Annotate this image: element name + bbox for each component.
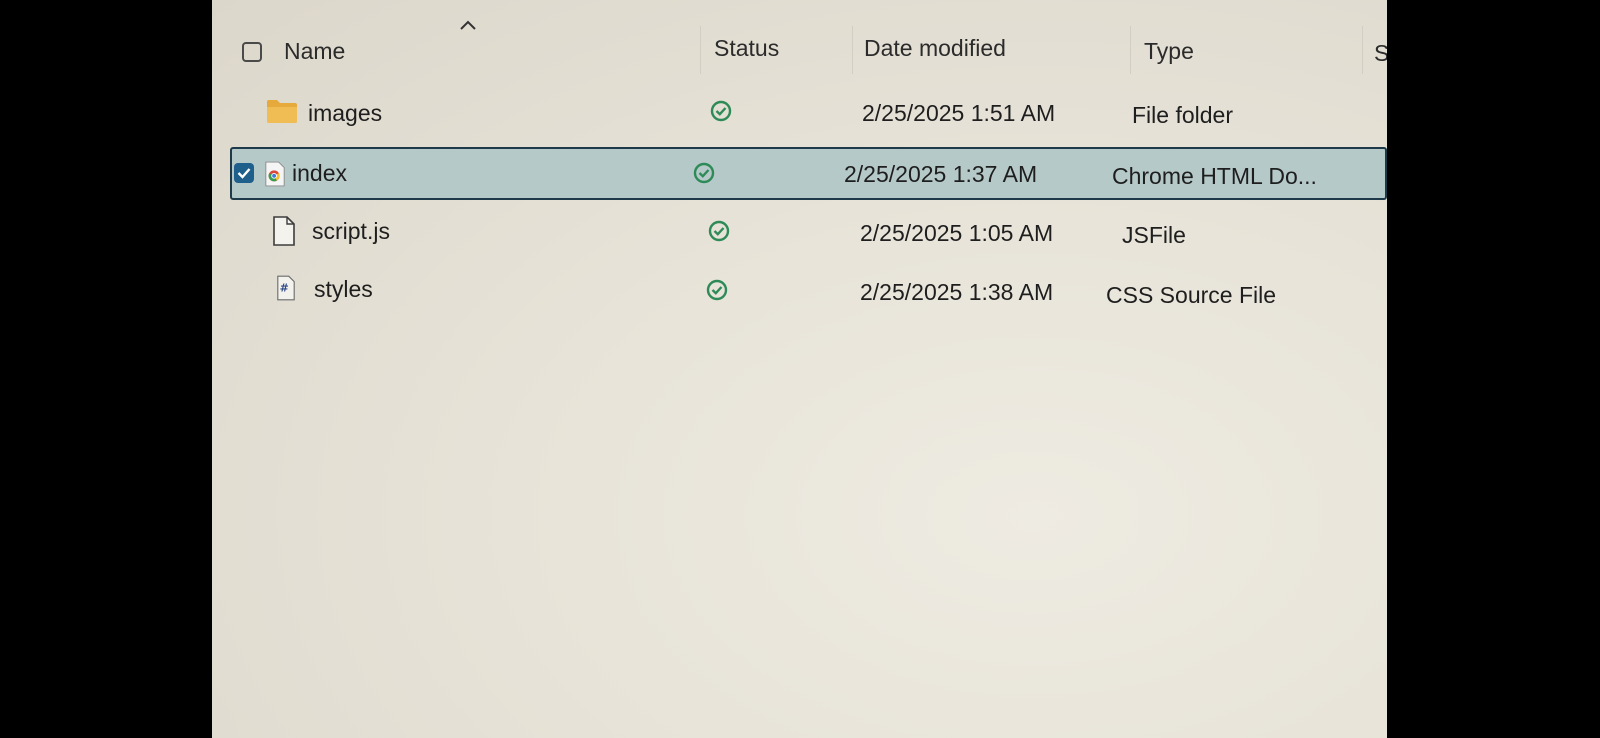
synced-icon <box>706 279 728 301</box>
column-divider[interactable] <box>852 26 853 74</box>
column-header-date-modified[interactable]: Date modified <box>864 35 1006 62</box>
column-divider[interactable] <box>1130 26 1131 74</box>
column-header-name[interactable]: Name <box>284 38 345 65</box>
date-modified: 2/25/2025 1:05 AM <box>860 220 1054 246</box>
synced-icon <box>708 220 730 242</box>
column-header-status[interactable]: Status <box>714 35 779 62</box>
blank-file-icon <box>273 216 295 246</box>
column-divider[interactable] <box>700 26 701 74</box>
chrome-html-icon <box>265 161 285 187</box>
file-row[interactable]: images 2/25/2025 1:51 AM File folder <box>230 88 1387 138</box>
css-file-icon: # <box>277 275 295 301</box>
folder-icon <box>267 100 297 123</box>
file-name: index <box>292 160 347 186</box>
synced-icon <box>693 162 715 184</box>
column-header-type[interactable]: Type <box>1144 38 1194 65</box>
column-header-size[interactable]: Si <box>1374 40 1387 67</box>
file-name: styles <box>314 276 373 302</box>
file-explorer-screen: Name Status Date modified Type Si images… <box>212 0 1387 738</box>
checkmark-icon <box>237 168 251 179</box>
svg-text:#: # <box>280 282 289 295</box>
file-type: File folder <box>1132 102 1233 128</box>
select-all-checkbox[interactable] <box>242 42 262 62</box>
sort-ascending-icon[interactable] <box>458 18 478 32</box>
row-checkbox[interactable] <box>234 163 254 183</box>
file-row-selected[interactable]: index 2/25/2025 1:37 AM Chrome HTML Do..… <box>230 147 1387 200</box>
date-modified: 2/25/2025 1:51 AM <box>862 100 1056 126</box>
file-type: CSS Source File <box>1106 282 1277 308</box>
file-type: JSFile <box>1122 222 1186 248</box>
file-row[interactable]: # styles 2/25/2025 1:38 AM CSS Source Fi… <box>230 266 1387 316</box>
date-modified: 2/25/2025 1:37 AM <box>844 161 1038 187</box>
file-type: Chrome HTML Do... <box>1112 163 1317 189</box>
column-divider[interactable] <box>1362 26 1363 74</box>
date-modified: 2/25/2025 1:38 AM <box>860 279 1054 305</box>
column-header-bar: Name Status Date modified Type Si <box>212 0 1387 80</box>
file-row[interactable]: script.js 2/25/2025 1:05 AM JSFile <box>230 208 1387 258</box>
file-name: script.js <box>312 218 390 244</box>
synced-icon <box>710 100 732 122</box>
file-name: images <box>308 100 383 126</box>
